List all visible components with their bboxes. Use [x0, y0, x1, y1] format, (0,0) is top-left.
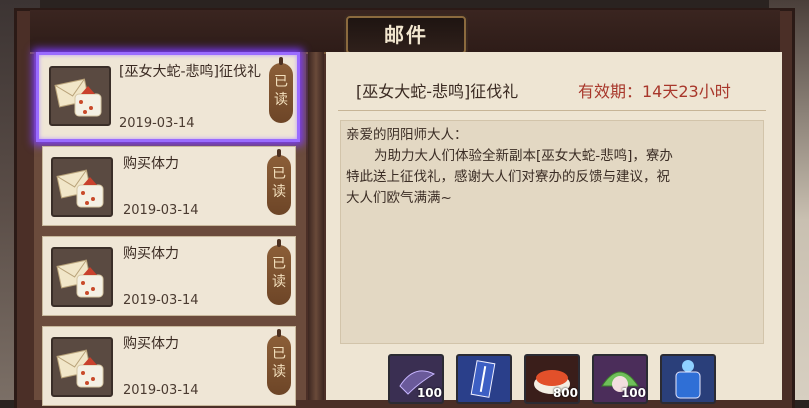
mail-body-line: 为助力大人们体验全新副本[巫女大蛇-悲鸣]，寮办 — [374, 148, 673, 164]
mail-date: 2019-03-14 — [123, 383, 199, 398]
read-status-tag: 已 读 — [269, 57, 293, 123]
mail-gift-icon — [51, 247, 113, 307]
mail-body: 亲爱的阴阳师大人： 为助力大人们体验全新副本[巫女大蛇-悲鸣]，寮办 特此送上征… — [346, 125, 756, 209]
read-status-char: 已 — [272, 256, 286, 272]
mail-item-selected[interactable]: [巫女大蛇-悲鸣]征伐礼 2019-03-14 已 读 — [36, 52, 300, 142]
reward-count: 100 — [416, 386, 442, 400]
mail-date: 2019-03-14 — [123, 203, 199, 218]
reward-count: 100 — [620, 386, 646, 400]
blue-talisman-icon — [470, 360, 496, 398]
mail-title: 购买体力 — [123, 246, 179, 262]
read-status-char: 读 — [272, 274, 286, 290]
mail-body-line: 特此送上征伐礼，感谢大人们对寮办的反馈与建议，祝 — [346, 169, 670, 185]
read-status-char: 已 — [274, 74, 288, 90]
read-status-char: 读 — [272, 184, 286, 200]
reward-item[interactable]: 800 — [524, 354, 580, 404]
blue-charm-icon — [675, 360, 701, 399]
reward-item[interactable] — [456, 354, 512, 404]
read-status-char: 读 — [274, 92, 288, 108]
mail-item[interactable]: 购买体力 2019-03-14 已 读 — [42, 236, 296, 316]
mail-body-line: 大人们欧气满满~ — [346, 190, 452, 206]
read-status-tag: 已 读 — [267, 329, 291, 395]
mail-date: 2019-03-14 — [123, 293, 199, 308]
mail-gift-icon — [51, 157, 113, 217]
read-status-tag: 已 读 — [267, 239, 291, 305]
mail-greeting: 亲爱的阴阳师大人： — [346, 127, 468, 143]
read-status-char: 读 — [272, 364, 286, 380]
panel-divider — [308, 52, 324, 400]
validity-period: 有效期：14天23小时 — [578, 82, 731, 101]
mail-title: 购买体力 — [123, 156, 179, 172]
mail-item[interactable]: 购买体力 2019-03-14 已 读 — [42, 146, 296, 226]
reward-item[interactable]: 100 — [592, 354, 648, 404]
mail-gift-icon — [49, 66, 111, 126]
mail-title: [巫女大蛇-悲鸣]征伐礼 — [119, 64, 261, 80]
read-status-char: 已 — [272, 346, 286, 362]
read-status-char: 已 — [272, 166, 286, 182]
reward-item[interactable] — [660, 354, 716, 404]
detail-title: [巫女大蛇-悲鸣]征伐礼 — [356, 82, 519, 101]
read-status-tag: 已 读 — [267, 149, 291, 215]
mail-item[interactable]: 购买体力 2019-03-14 已 读 — [42, 326, 296, 406]
mail-gift-icon — [51, 337, 113, 397]
reward-count: 800 — [552, 386, 578, 400]
mail-date: 2019-03-14 — [119, 116, 195, 131]
mail-title: 购买体力 — [123, 336, 179, 352]
window-title: 邮件 — [346, 16, 466, 54]
reward-item[interactable]: 100 — [388, 354, 444, 404]
